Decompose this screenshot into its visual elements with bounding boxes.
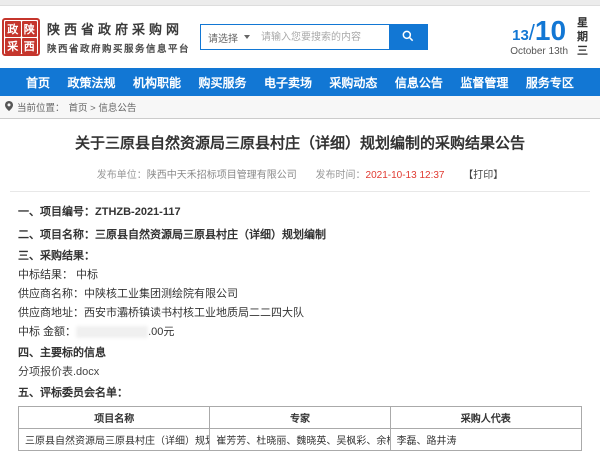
col-header-project-name: 项目名称 (19, 407, 210, 429)
logo-char: 政 (5, 21, 21, 37)
main-nav: 首页 政策法规 机构职能 购买服务 电子卖场 采购动态 信息公告 监督管理 服务… (0, 68, 600, 96)
supplier-name-line: 供应商名称：中陕核工业集团测绘院有限公司 (18, 288, 582, 301)
date-numeric: 13/10 (510, 18, 568, 49)
publish-time-label: 发布时间： (316, 170, 366, 181)
nav-item-procurement-news[interactable]: 采购动态 (329, 74, 377, 91)
nav-item-announcements[interactable]: 信息公告 (395, 74, 443, 91)
search-box: 请选择 (200, 24, 428, 50)
breadcrumb: 当前位置： 首页 > 信息公告 (0, 96, 600, 119)
article-meta: 发布单位：陕西中天禾招标项目管理有限公司 发布时间：2021-10-13 12:… (10, 166, 590, 192)
date-block: 13/10 October 13th (510, 18, 568, 57)
table-header-row: 项目名称 专家 采购人代表 (19, 407, 582, 429)
chevron-down-icon (244, 35, 250, 39)
nav-item-service-zone[interactable]: 服务专区 (526, 74, 574, 91)
publish-time-value: 2021-10-13 12:37 (366, 170, 445, 181)
search-category-value: 请选择 (208, 30, 238, 45)
logo-char: 西 (22, 38, 38, 54)
print-button[interactable]: 【打印】 (463, 170, 503, 181)
committee-table: 项目名称 专家 采购人代表 三原县自然资源局三原县村庄（详细）规划编制 崔芳芳、… (18, 406, 582, 451)
nav-item-home[interactable]: 首页 (26, 74, 50, 91)
breadcrumb-path[interactable]: 首页 > 信息公告 (69, 100, 137, 114)
date-area: 13/10 October 13th 星 期 三 (510, 16, 592, 58)
date-day: 13 (512, 27, 529, 44)
project-number-line: 一、项目编号：ZTHZB-2021-117 (18, 206, 582, 219)
site-title: 陕西省政府采购网 (47, 19, 190, 38)
site-logo[interactable]: 政 陕 采 西 (2, 18, 40, 56)
publisher-label: 发布单位： (97, 170, 147, 181)
redacted-amount (76, 326, 148, 338)
nav-item-purchase-services[interactable]: 购买服务 (198, 74, 246, 91)
project-name-line: 二、项目名称：三原县自然资源局三原县村庄（详细）规划编制 (18, 229, 582, 242)
page-title: 关于三原县自然资源局三原县村庄（详细）规划编制的采购结果公告 (0, 132, 600, 153)
search-icon (401, 29, 415, 46)
attachment-link: 分项报价表.docx (18, 366, 582, 379)
result-heading: 三、采购结果： (18, 250, 582, 263)
publisher-value: 陕西中天禾招标项目管理有限公司 (147, 170, 297, 181)
bid-amount-line: 中标 金额： .00元 (18, 326, 582, 339)
site-header: 政 陕 采 西 陕西省政府采购网 陕西省政府购买服务信息平台 请选择 13/10 (0, 6, 600, 68)
committee-heading: 五、评标委员会名单： (18, 387, 582, 400)
logo-char: 采 (5, 38, 21, 54)
weekday-char: 三 (577, 44, 588, 58)
weekday-label: 星 期 三 (577, 16, 588, 58)
date-month: 10 (535, 15, 566, 46)
supplier-address-line: 供应商地址：西安市灞桥镇读书村核工业地质局二二四大队 (18, 307, 582, 320)
cell-purchaser-reps: 李磊、路井涛 (390, 429, 581, 451)
bid-result-line: 中标结果： 中标 (18, 269, 582, 282)
nav-item-e-marketplace[interactable]: 电子卖场 (264, 74, 312, 91)
site-subtitle: 陕西省政府购买服务信息平台 (47, 41, 190, 55)
col-header-purchaser-reps: 采购人代表 (390, 407, 581, 429)
article-body: 一、项目编号：ZTHZB-2021-117 二、项目名称：三原县自然资源局三原县… (0, 192, 600, 451)
subject-info-heading: 四、主要标的信息 (18, 347, 582, 360)
breadcrumb-label: 当前位置： (17, 100, 65, 114)
logo-char: 陕 (22, 21, 38, 37)
search-button[interactable] (389, 25, 427, 49)
cell-project-name: 三原县自然资源局三原县村庄（详细）规划编制 (19, 429, 210, 451)
search-category-select[interactable]: 请选择 (201, 25, 257, 49)
nav-item-functions[interactable]: 机构职能 (133, 74, 181, 91)
site-name-block: 陕西省政府采购网 陕西省政府购买服务信息平台 (47, 19, 190, 55)
announcement-article: 关于三原县自然资源局三原县村庄（详细）规划编制的采购结果公告 发布单位：陕西中天… (0, 119, 600, 451)
weekday-char: 期 (577, 30, 588, 44)
bid-amount-prefix: 中标 金额： (18, 326, 76, 338)
location-pin-icon (5, 101, 13, 114)
nav-item-supervision[interactable]: 监督管理 (460, 74, 508, 91)
search-input[interactable] (257, 25, 389, 49)
weekday-char: 星 (577, 16, 588, 30)
nav-item-policies[interactable]: 政策法规 (67, 74, 115, 91)
cell-experts: 崔芳芳、杜晓丽、魏晓英、吴枫彩、余杨文 (210, 429, 390, 451)
bid-amount-suffix: .00元 (148, 326, 174, 338)
date-english: October 13th (510, 46, 568, 57)
table-row: 三原县自然资源局三原县村庄（详细）规划编制 崔芳芳、杜晓丽、魏晓英、吴枫彩、余杨… (19, 429, 582, 451)
col-header-experts: 专家 (210, 407, 390, 429)
